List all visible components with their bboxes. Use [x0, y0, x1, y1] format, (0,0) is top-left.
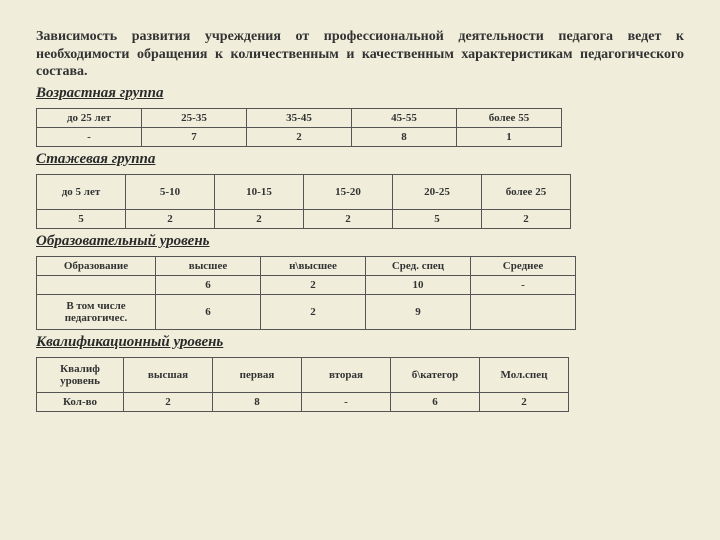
- cell: 8: [213, 392, 302, 411]
- cell: более 55: [457, 108, 562, 127]
- cell: более 25: [482, 174, 571, 209]
- cell: Среднее: [471, 256, 576, 275]
- cell: 6: [156, 275, 261, 294]
- table-row: - 7 2 8 1: [37, 127, 562, 146]
- cell: Образование: [37, 256, 156, 275]
- cell: [37, 275, 156, 294]
- cell: 2: [261, 294, 366, 329]
- cell: Мол.спец: [480, 357, 569, 392]
- table-row: Образование высшее н\высшее Сред. спец С…: [37, 256, 576, 275]
- cell: 15-20: [304, 174, 393, 209]
- cell: 45-55: [352, 108, 457, 127]
- cell: высшее: [156, 256, 261, 275]
- cell: Кол-во: [37, 392, 124, 411]
- cell: -: [37, 127, 142, 146]
- cell: 1: [457, 127, 562, 146]
- table-qualification: Квалиф уровень высшая первая вторая б\ка…: [36, 357, 569, 412]
- cell: до 5 лет: [37, 174, 126, 209]
- cell: -: [302, 392, 391, 411]
- cell: 2: [215, 209, 304, 228]
- cell: 25-35: [142, 108, 247, 127]
- cell: до 25 лет: [37, 108, 142, 127]
- table-row: Квалиф уровень высшая первая вторая б\ка…: [37, 357, 569, 392]
- cell: 8: [352, 127, 457, 146]
- cell: б\категор: [391, 357, 480, 392]
- cell: 2: [482, 209, 571, 228]
- cell: Сред. спец: [366, 256, 471, 275]
- table-row: 5 2 2 2 5 2: [37, 209, 571, 228]
- cell: 5: [37, 209, 126, 228]
- cell: -: [471, 275, 576, 294]
- section-title-education: Образовательный уровень: [36, 233, 684, 250]
- cell: вторая: [302, 357, 391, 392]
- section-title-qualification: Квалификационный уровень: [36, 334, 684, 351]
- cell: В том числе педагогичес.: [37, 294, 156, 329]
- cell: высшая: [124, 357, 213, 392]
- cell: 5-10: [126, 174, 215, 209]
- table-age: до 25 лет 25-35 35-45 45-55 более 55 - 7…: [36, 108, 562, 147]
- intro-paragraph: Зависимость развития учреждения от профе…: [36, 28, 684, 81]
- cell: Квалиф уровень: [37, 357, 124, 392]
- cell: 20-25: [393, 174, 482, 209]
- cell: 2: [126, 209, 215, 228]
- cell: 7: [142, 127, 247, 146]
- cell: 6: [156, 294, 261, 329]
- cell: 2: [480, 392, 569, 411]
- cell: первая: [213, 357, 302, 392]
- cell: 2: [304, 209, 393, 228]
- cell: 10: [366, 275, 471, 294]
- cell: 6: [391, 392, 480, 411]
- cell: [471, 294, 576, 329]
- cell: 9: [366, 294, 471, 329]
- cell: 10-15: [215, 174, 304, 209]
- section-title-age: Возрастная группа: [36, 85, 684, 102]
- table-row: 6 2 10 -: [37, 275, 576, 294]
- document-page: Зависимость развития учреждения от профе…: [0, 0, 720, 436]
- cell: 2: [247, 127, 352, 146]
- table-row: Кол-во 2 8 - 6 2: [37, 392, 569, 411]
- table-row: до 25 лет 25-35 35-45 45-55 более 55: [37, 108, 562, 127]
- cell: 2: [124, 392, 213, 411]
- cell: н\высшее: [261, 256, 366, 275]
- cell: 5: [393, 209, 482, 228]
- cell: 2: [261, 275, 366, 294]
- table-row: до 5 лет 5-10 10-15 15-20 20-25 более 25: [37, 174, 571, 209]
- table-experience: до 5 лет 5-10 10-15 15-20 20-25 более 25…: [36, 174, 571, 229]
- section-title-experience: Стажевая группа: [36, 151, 684, 168]
- table-education: Образование высшее н\высшее Сред. спец С…: [36, 256, 576, 330]
- table-row: В том числе педагогичес. 6 2 9: [37, 294, 576, 329]
- cell: 35-45: [247, 108, 352, 127]
